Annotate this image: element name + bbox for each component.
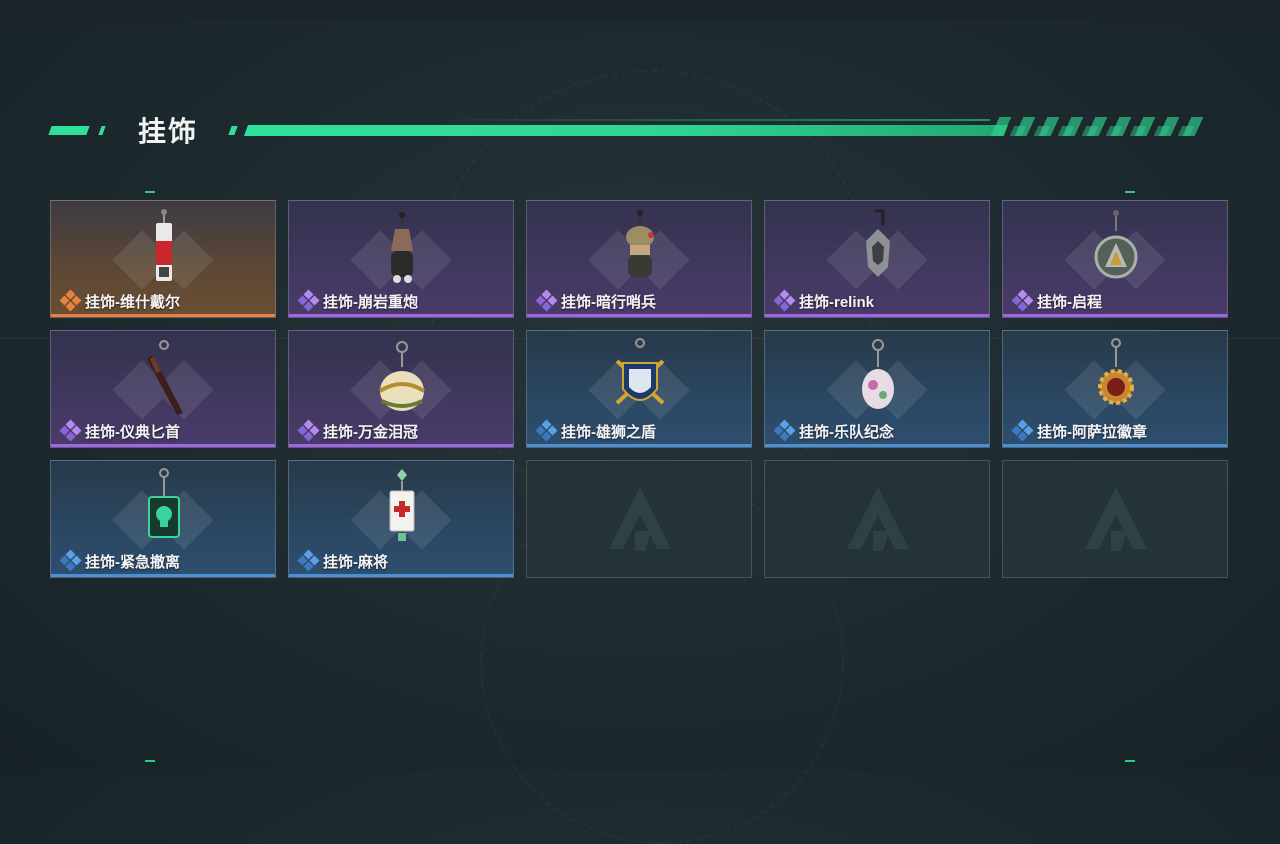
charm-name: 挂饰-万金泪冠: [323, 423, 418, 441]
section-title: 挂饰: [138, 116, 199, 147]
charm-label: 挂饰-麻将: [297, 549, 388, 572]
rarity-purple-icon: [297, 289, 320, 312]
corner-mark: [1125, 191, 1135, 193]
rarity-purple-icon: [297, 419, 320, 442]
empty-slot-logo-icon: [605, 483, 675, 555]
charm-card[interactable]: 挂饰-崩岩重炮: [288, 200, 514, 318]
charm-card[interactable]: 挂饰-麻将: [288, 460, 514, 578]
rarity-underline: [289, 574, 513, 577]
rarity-underline: [1003, 314, 1227, 317]
charm-name: 挂饰-崩岩重炮: [323, 293, 418, 311]
charm-label: 挂饰-雄狮之盾: [535, 419, 656, 442]
rarity-blue-icon: [1011, 419, 1034, 442]
empty-slot[interactable]: [526, 460, 752, 578]
header-stripe-pattern: [997, 126, 1203, 136]
empty-slot-logo-icon: [843, 483, 913, 555]
charm-card[interactable]: 挂饰-仪典匕首: [50, 330, 276, 448]
header-accent-bar: [98, 126, 106, 135]
charm-name: 挂饰-紧急撤离: [85, 553, 180, 571]
charm-name: 挂饰-维什戴尔: [85, 293, 180, 311]
rarity-purple-icon: [773, 289, 796, 312]
dagger-charm-icon: [139, 337, 189, 417]
empty-slot[interactable]: [764, 460, 990, 578]
charm-label: 挂饰-阿萨拉徽章: [1011, 419, 1147, 442]
rarity-underline: [51, 444, 275, 447]
hooded-figure-charm-icon: [377, 207, 427, 287]
header-accent-bar: [228, 126, 238, 135]
header-thin-line: [420, 119, 990, 121]
charm-name: 挂饰-暗行哨兵: [561, 293, 656, 311]
rarity-purple-icon: [1011, 289, 1034, 312]
charm-label: 挂饰-启程: [1011, 289, 1102, 312]
charm-card[interactable]: 挂饰-雄狮之盾: [526, 330, 752, 448]
rarity-underline: [527, 314, 751, 317]
charm-card[interactable]: 挂饰-维什戴尔: [50, 200, 276, 318]
rarity-blue-icon: [59, 549, 82, 572]
top-bar: [0, 0, 1280, 20]
charm-card[interactable]: 挂饰-暗行哨兵: [526, 200, 752, 318]
charm-name: 挂饰-麻将: [323, 553, 388, 571]
rarity-purple-icon: [535, 289, 558, 312]
rarity-underline: [289, 444, 513, 447]
corner-mark: [145, 191, 155, 193]
header-accent-bar: [48, 126, 90, 135]
golden-orb-charm-icon: [377, 337, 427, 417]
rarity-underline: [527, 444, 751, 447]
charm-card[interactable]: 挂饰-阿萨拉徽章: [1002, 330, 1228, 448]
charm-card[interactable]: 挂饰-relink: [764, 200, 990, 318]
lion-shield-charm-icon: [615, 337, 665, 417]
charm-name: 挂饰-阿萨拉徽章: [1037, 423, 1147, 441]
rarity-underline: [51, 314, 275, 317]
charm-label: 挂饰-崩岩重炮: [297, 289, 418, 312]
charm-label: 挂饰-暗行哨兵: [535, 289, 656, 312]
turtle-shell-charm-icon: [853, 207, 903, 287]
corner-mark: [145, 760, 155, 762]
charm-label: 挂饰-乐队纪念: [773, 419, 894, 442]
sun-badge-charm-icon: [1091, 337, 1141, 417]
charm-name: 挂饰-乐队纪念: [799, 423, 894, 441]
charm-card[interactable]: 挂饰-万金泪冠: [288, 330, 514, 448]
rarity-blue-icon: [773, 419, 796, 442]
charm-card[interactable]: 挂饰-启程: [1002, 200, 1228, 318]
rarity-underline: [51, 574, 275, 577]
charm-card[interactable]: 挂饰-紧急撤离: [50, 460, 276, 578]
skull-tag-charm-icon: [139, 467, 189, 547]
charm-name: 挂饰-relink: [799, 293, 875, 311]
rarity-blue-icon: [535, 419, 558, 442]
charm-label: 挂饰-万金泪冠: [297, 419, 418, 442]
corner-mark: [1125, 760, 1135, 762]
charm-name: 挂饰-启程: [1037, 293, 1102, 311]
rarity-blue-icon: [297, 549, 320, 572]
charm-name: 挂饰-雄狮之盾: [561, 423, 656, 441]
rarity-orange-icon: [59, 289, 82, 312]
header-accent-line: [243, 125, 1009, 136]
round-medallion-charm-icon: [1091, 207, 1141, 287]
soldier-figure-charm-icon: [615, 207, 665, 287]
charm-label: 挂饰-维什戴尔: [59, 289, 180, 312]
rarity-underline: [289, 314, 513, 317]
band-badge-charm-icon: [853, 337, 903, 417]
charm-card[interactable]: 挂饰-乐队纪念: [764, 330, 990, 448]
mahjong-tile-charm-icon: [377, 467, 427, 547]
charm-name: 挂饰-仪典匕首: [85, 423, 180, 441]
charm-label: 挂饰-仪典匕首: [59, 419, 180, 442]
empty-slot-logo-icon: [1081, 483, 1151, 555]
rarity-underline: [1003, 444, 1227, 447]
rarity-underline: [765, 314, 989, 317]
rarity-purple-icon: [59, 419, 82, 442]
empty-slot[interactable]: [1002, 460, 1228, 578]
charm-label: 挂饰-relink: [773, 289, 875, 312]
rarity-underline: [765, 444, 989, 447]
red-battery-charm-icon: [139, 207, 189, 287]
charm-label: 挂饰-紧急撤离: [59, 549, 180, 572]
